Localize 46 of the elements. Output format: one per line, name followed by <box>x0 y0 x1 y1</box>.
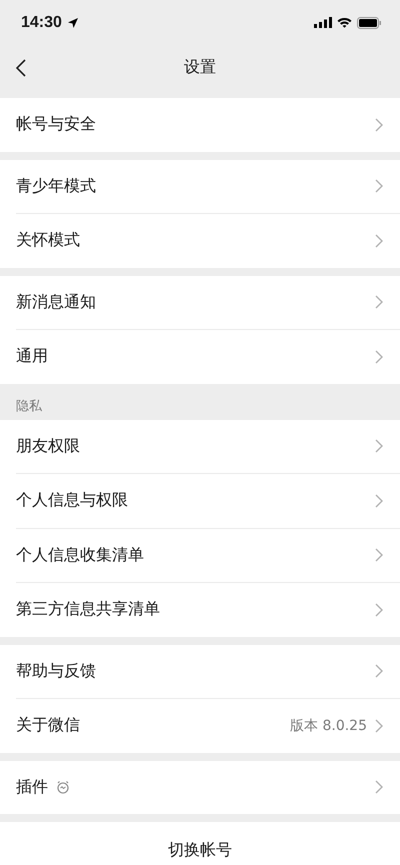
chevron-right-icon <box>375 548 383 562</box>
version-value: 版本 8.0.25 <box>290 716 367 735</box>
item-label: 通用 <box>16 346 48 368</box>
chevron-right-icon <box>375 295 383 310</box>
settings-item[interactable]: 新消息通知 <box>0 276 400 329</box>
chevron-right-icon <box>375 718 383 733</box>
chevron-right-icon <box>375 494 383 508</box>
wifi-icon <box>337 17 352 28</box>
settings-item[interactable]: 第三方信息共享清单 <box>0 583 400 636</box>
item-label: 帮助与反馈 <box>16 660 96 682</box>
signal-icon <box>314 17 332 28</box>
page-title: 设置 <box>184 57 216 78</box>
chevron-right-icon <box>375 439 383 454</box>
settings-item[interactable]: 关怀模式 <box>0 214 400 268</box>
item-label: 关怀模式 <box>16 230 80 252</box>
settings-item[interactable]: 通用 <box>0 330 400 384</box>
chevron-right-icon <box>375 179 383 194</box>
settings-item[interactable]: 帮助与反馈 <box>0 644 400 698</box>
chevron-right-icon <box>375 780 383 794</box>
item-label: 青少年模式 <box>16 176 96 197</box>
item-label: 个人信息收集清单 <box>16 544 144 566</box>
settings-item[interactable]: 帐号与安全 <box>0 98 400 152</box>
battery-icon <box>357 16 382 28</box>
back-icon[interactable] <box>16 59 26 77</box>
chevron-right-icon <box>375 664 383 678</box>
item-label: 朋友权限 <box>16 436 80 457</box>
chevron-right-icon <box>375 350 383 364</box>
item-label: 帐号与安全 <box>16 114 96 136</box>
settings-item[interactable]: 插件 <box>0 760 400 814</box>
settings-item[interactable]: 个人信息与权限 <box>0 474 400 528</box>
chevron-right-icon <box>375 118 383 132</box>
chevron-right-icon <box>375 602 383 617</box>
status-time: 14:30 <box>21 14 62 32</box>
settings-item[interactable]: 青少年模式 <box>0 160 400 213</box>
item-label: 新消息通知 <box>16 292 96 313</box>
item-label: 个人信息与权限 <box>16 490 128 512</box>
settings-item[interactable]: 朋友权限 <box>0 420 400 473</box>
section-header: 隐私 <box>16 398 42 414</box>
settings-item[interactable]: 关于微信 版本 8.0.25 <box>0 699 400 752</box>
item-label: 插件 <box>16 776 48 798</box>
settings-item[interactable]: 个人信息收集清单 <box>0 528 400 582</box>
item-label: 第三方信息共享清单 <box>16 599 160 620</box>
chevron-right-icon <box>375 234 383 248</box>
location-arrow-icon <box>66 16 79 28</box>
item-label: 关于微信 <box>16 715 80 736</box>
alarm-clock-icon <box>56 780 70 794</box>
